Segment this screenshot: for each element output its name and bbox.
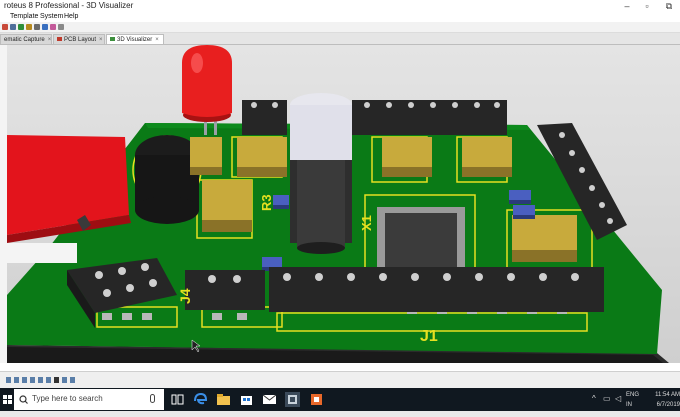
restore-icon[interactable]: ⧉ <box>660 0 678 12</box>
tab-pcb-layout[interactable]: PCB Layout × <box>53 34 105 44</box>
microphone-icon[interactable] <box>150 394 155 403</box>
search-placeholder: Type here to search <box>32 394 103 403</box>
menu-system[interactable]: System <box>40 12 63 22</box>
language-code: ENG <box>626 392 640 398</box>
clock[interactable]: 11:54 AM 6/7/2019 <box>648 390 680 413</box>
zoom-icon[interactable] <box>54 377 59 383</box>
toolbar-home-icon[interactable] <box>2 24 8 30</box>
clock-date: 6/7/2019 <box>656 402 680 408</box>
tab-close-icon[interactable]: × <box>99 37 103 43</box>
toolbar-code-icon[interactable] <box>50 24 56 30</box>
view-left-icon[interactable] <box>22 377 27 383</box>
view-right-icon[interactable] <box>30 377 35 383</box>
menu-template[interactable]: Template <box>10 12 38 22</box>
tab-3d-visualizer[interactable]: 3D Visualizer × <box>106 34 164 44</box>
view-top-icon[interactable] <box>6 377 11 383</box>
volume-icon[interactable]: ◁ <box>615 394 621 417</box>
menu-help[interactable]: Help <box>64 12 78 22</box>
toolbar-3d-icon[interactable] <box>42 24 48 30</box>
tab-label: PCB Layout <box>64 37 97 43</box>
view-iso-icon[interactable] <box>62 377 67 383</box>
view-3d-icon[interactable] <box>70 377 75 383</box>
toolbar-pcb-icon[interactable] <box>18 24 24 30</box>
label-j4: J4 <box>177 288 193 304</box>
3d-viewport[interactable]: R3 X1 J4 J1 <box>7 45 680 363</box>
file-explorer-icon[interactable] <box>216 392 231 407</box>
minimize-icon[interactable]: – <box>618 0 636 12</box>
search-icon <box>19 395 28 404</box>
tab-label: ematic Capture <box>4 37 45 43</box>
tab-schematic-capture[interactable]: ematic Capture × <box>0 34 52 44</box>
region-code: IN <box>626 402 632 408</box>
led-highlight <box>191 53 203 73</box>
board-label-area <box>7 243 77 263</box>
task-view-icon[interactable] <box>170 392 185 407</box>
crystal-can-base <box>135 196 199 224</box>
pcb-layout-icon <box>57 37 62 42</box>
toolbar-help-icon[interactable] <box>58 24 64 30</box>
edge-browser-icon[interactable] <box>193 392 208 407</box>
label-r3: R3 <box>259 194 274 211</box>
language-indicator[interactable]: ENG IN <box>626 390 639 413</box>
view-back-icon[interactable] <box>38 377 43 383</box>
document-tabs: ematic Capture × PCB Layout × 3D Visualize… <box>0 33 680 45</box>
toolbar-bom-icon[interactable] <box>34 24 40 30</box>
pcb-3d-render: R3 X1 J4 J1 <box>7 45 669 363</box>
red-led <box>182 45 232 117</box>
3d-visualizer-icon <box>110 37 115 42</box>
toolbar-schematic-icon[interactable] <box>10 24 16 30</box>
toolbar <box>0 22 680 33</box>
menu-bar: Template System Help <box>0 12 680 22</box>
network-icon[interactable]: ▭ <box>603 394 611 417</box>
maximize-icon[interactable]: ▫ <box>638 0 656 12</box>
tab-close-icon[interactable]: × <box>48 37 52 43</box>
mail-icon[interactable] <box>262 392 277 407</box>
tray-chevron-icon[interactable]: ^ <box>592 394 596 417</box>
view-bottom-icon[interactable] <box>46 377 51 383</box>
label-j1: J1 <box>420 328 438 345</box>
clock-time: 11:54 AM <box>655 392 680 398</box>
header-top <box>352 100 507 135</box>
title-bar: roteus 8 Professional - 3D Visualizer – … <box>0 0 680 12</box>
viewport-footer <box>0 363 680 371</box>
tab-close-icon[interactable]: × <box>155 37 159 43</box>
windows-taskbar: Type here to search ^ ▭ ◁ ENG IN 11:54 A… <box>0 388 680 411</box>
header-top-left <box>242 100 287 135</box>
view-front-icon[interactable] <box>14 377 19 383</box>
window-title: roteus 8 Professional - 3D Visualizer <box>4 1 134 10</box>
crystal-oscillator-x1 <box>290 93 352 254</box>
header-small <box>185 270 265 310</box>
toolbar-gerber-icon[interactable] <box>26 24 32 30</box>
label-x1: X1 <box>359 215 374 231</box>
status-bar <box>0 371 680 389</box>
tab-label: 3D Visualizer <box>117 37 153 43</box>
proteus-app-icon[interactable] <box>285 392 300 407</box>
taskbar-search[interactable]: Type here to search <box>14 389 164 410</box>
windows-start-icon[interactable] <box>0 388 14 411</box>
ares-app-icon[interactable] <box>309 392 324 407</box>
store-icon[interactable] <box>239 392 254 407</box>
